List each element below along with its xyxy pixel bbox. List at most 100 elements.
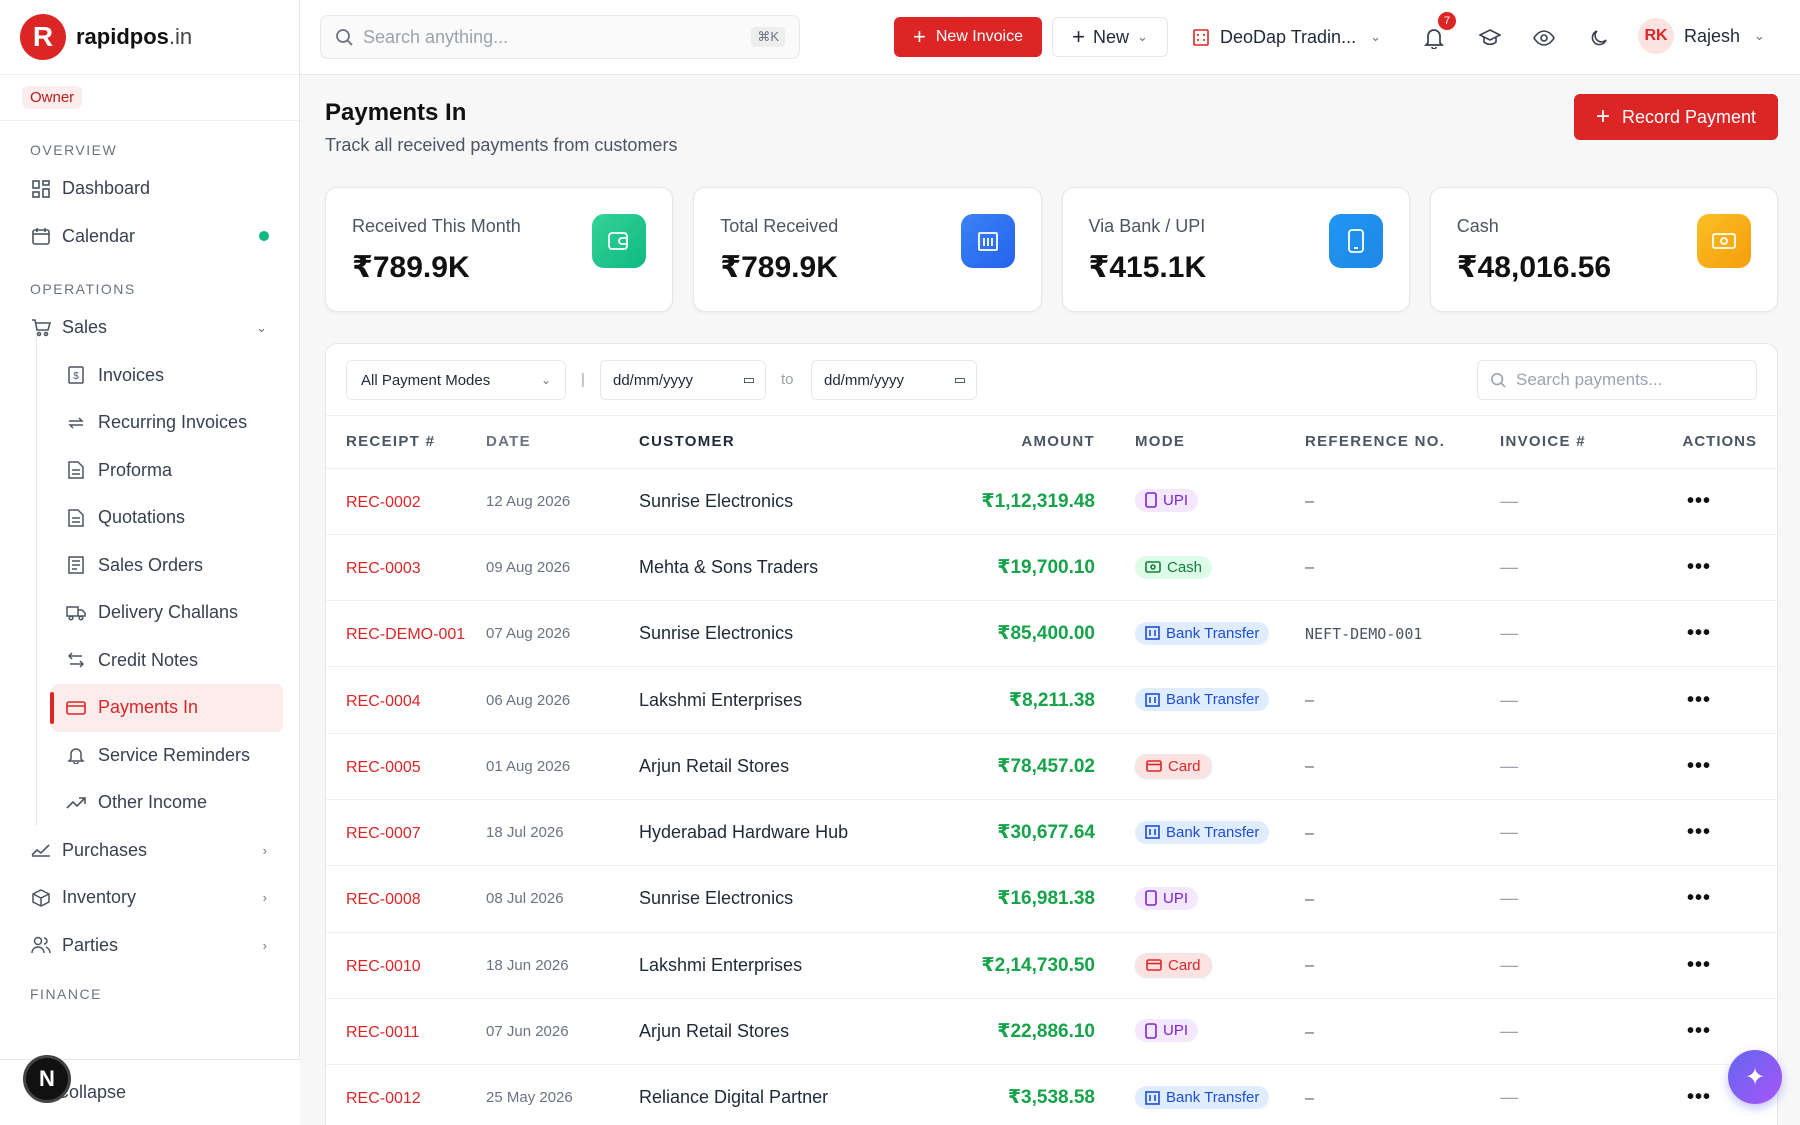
credit-card-icon [1146, 760, 1162, 773]
eye-icon [1533, 30, 1555, 46]
table-row[interactable]: REC-0012 25 May 2026 Reliance Digital Pa… [326, 1064, 1777, 1125]
notifications-button[interactable]: 7 [1416, 12, 1456, 56]
payments-search-input[interactable]: Search payments... [1477, 360, 1757, 400]
receipt-link[interactable]: REC-0012 [346, 1090, 421, 1107]
new-dropdown-button[interactable]: + New ⌄ [1052, 17, 1168, 57]
table-row[interactable]: REC-0002 12 Aug 2026 Sunrise Electronics… [326, 468, 1777, 535]
sidebar-item-quotations[interactable]: Quotations [0, 494, 299, 542]
sidebar-item-calendar[interactable]: Calendar [0, 213, 299, 261]
column-header-invoice[interactable]: INVOICE # [1500, 416, 1641, 469]
receipt-link[interactable]: REC-0011 [346, 1024, 420, 1041]
reference-number: – [1305, 932, 1500, 999]
sidebar-item-delivery-challans[interactable]: Delivery Challans [0, 589, 299, 637]
row-actions-button[interactable]: ••• [1641, 666, 1777, 734]
table-row[interactable]: REC-0007 18 Jul 2026 Hyderabad Hardware … [326, 799, 1777, 867]
filter-bar: All Payment Modes ⌄ | dd/mm/yyyy ▭ to dd/m… [326, 344, 1777, 416]
payments-table: RECEIPT # DATE CUSTOMER AMOUNT MODE REFE… [326, 416, 1777, 1125]
sidebar-item-other-income[interactable]: Other Income [0, 779, 299, 827]
table-row[interactable]: REC-0011 07 Jun 2026 Arjun Retail Stores… [326, 998, 1777, 1066]
cash-icon [1697, 214, 1751, 268]
new-invoice-button[interactable]: + New Invoice [894, 17, 1042, 57]
sidebar-item-recurring-invoices[interactable]: Recurring Invoices [0, 399, 299, 447]
receipt-link[interactable]: REC-DEMO-001 [346, 626, 465, 643]
row-actions-button[interactable]: ••• [1641, 932, 1777, 999]
row-actions-button[interactable]: ••• [1641, 865, 1777, 933]
user-menu[interactable]: RK Rajesh ⌄ [1638, 18, 1765, 54]
more-horizontal-icon: ••• [1686, 555, 1711, 578]
receipt-link[interactable]: REC-0003 [346, 560, 421, 577]
global-search-input[interactable]: Search anything... ⌘K [320, 15, 800, 59]
record-payment-button[interactable]: + Record Payment [1574, 94, 1778, 140]
more-horizontal-icon: ••• [1686, 1086, 1711, 1109]
sidebar-item-sales-orders[interactable]: Sales Orders [0, 542, 299, 590]
notification-count-badge: 7 [1438, 12, 1456, 30]
row-actions-button[interactable]: ••• [1641, 799, 1777, 867]
receipt-link[interactable]: REC-0010 [346, 958, 421, 975]
phone-icon [1328, 214, 1383, 268]
table-row[interactable]: REC-0010 18 Jun 2026 Lakshmi Enterprises… [326, 932, 1777, 999]
column-header-mode[interactable]: MODE [1095, 416, 1305, 469]
more-horizontal-icon: ••• [1686, 1020, 1711, 1043]
column-header-date[interactable]: DATE [486, 416, 639, 469]
chevron-down-icon: ⌄ [1754, 28, 1765, 43]
sidebar-item-dashboard[interactable]: Dashboard [0, 165, 299, 213]
table-row[interactable]: REC-0004 06 Aug 2026 Lakshmi Enterprises… [326, 666, 1777, 734]
sidebar-item-inventory[interactable]: Inventory › [0, 874, 299, 922]
sidebar-item-payments-in[interactable]: Payments In [50, 684, 283, 732]
sidebar-item-purchases[interactable]: Purchases › [0, 827, 299, 875]
receipt-link[interactable]: REC-0005 [346, 759, 421, 776]
preview-button[interactable] [1526, 20, 1562, 56]
row-actions-button[interactable]: ••• [1641, 468, 1777, 535]
customer-name: Sunrise Electronics [639, 865, 909, 933]
logo[interactable]: R rapidpos.in [0, 0, 299, 75]
sidebar-item-sales[interactable]: Sales ⌄ [0, 304, 299, 352]
chevron-down-icon: ⌄ [1370, 29, 1381, 44]
invoice-number: — [1500, 468, 1641, 535]
sidebar-item-credit-notes[interactable]: Credit Notes [0, 637, 299, 685]
column-header-reference[interactable]: REFERENCE NO. [1305, 416, 1500, 469]
table-row[interactable]: REC-0008 08 Jul 2026 Sunrise Electronics… [326, 865, 1777, 933]
row-actions-button[interactable]: ••• [1641, 600, 1777, 668]
truck-icon [66, 603, 86, 623]
receipt-link[interactable]: REC-0002 [346, 494, 421, 511]
sidebar-item-service-reminders[interactable]: Service Reminders [0, 732, 299, 780]
cash-icon [1145, 561, 1161, 574]
payment-amount: ₹16,981.38 [997, 888, 1095, 910]
table-row[interactable]: REC-0005 01 Aug 2026 Arjun Retail Stores… [326, 733, 1777, 800]
table-row[interactable]: REC-DEMO-001 07 Aug 2026 Sunrise Electro… [326, 600, 1777, 668]
ai-assistant-button[interactable]: ✦ [1728, 1050, 1782, 1104]
learning-button[interactable] [1472, 20, 1508, 56]
wallet-icon [592, 214, 647, 268]
receipt-link[interactable]: REC-0008 [346, 891, 421, 908]
stat-card-total-received: Total Received ₹789.9K [693, 187, 1042, 312]
customer-name: Mehta & Sons Traders [639, 534, 909, 602]
reference-number: – [1305, 666, 1500, 734]
invoice-number: — [1500, 600, 1641, 668]
date-from-input[interactable]: dd/mm/yyyy ▭ [600, 360, 766, 400]
sidebar-item-proforma[interactable]: Proforma [0, 447, 299, 495]
payment-amount: ₹22,886.10 [997, 1021, 1095, 1043]
stat-card-received-this-month: Received This Month ₹789.9K [325, 187, 674, 312]
stat-card-cash: Cash ₹48,016.56 [1429, 187, 1778, 312]
sidebar-item-invoices[interactable]: $ Invoices [0, 352, 299, 400]
payment-amount: ₹2,14,730.50 [981, 954, 1095, 976]
receipt-link[interactable]: REC-0004 [346, 693, 421, 710]
row-actions-button[interactable]: ••• [1641, 534, 1777, 602]
theme-toggle-button[interactable] [1581, 20, 1617, 56]
company-selector[interactable]: DeoDap Tradin... ⌄ [1192, 17, 1381, 57]
table-row[interactable]: REC-0003 09 Aug 2026 Mehta & Sons Trader… [326, 534, 1777, 602]
column-header-amount[interactable]: AMOUNT [909, 416, 1095, 469]
brand-tld: .in [168, 24, 193, 49]
phone-icon [1145, 890, 1157, 906]
logo-mark: R [20, 14, 66, 60]
sidebar-item-parties[interactable]: Parties › [0, 922, 299, 970]
column-header-customer[interactable]: CUSTOMER [639, 416, 909, 469]
receipt-link[interactable]: REC-0007 [346, 825, 421, 842]
payment-mode-badge: Cash [1135, 555, 1213, 579]
n-logo-button[interactable]: N [23, 1055, 71, 1103]
date-to-input[interactable]: dd/mm/yyyy ▭ [811, 360, 977, 400]
column-header-receipt[interactable]: RECEIPT # [326, 416, 486, 469]
row-actions-button[interactable]: ••• [1641, 733, 1777, 800]
sidebar: R rapidpos.in Owner OVERVIEW Dashboard C… [0, 0, 300, 1125]
payment-mode-select[interactable]: All Payment Modes ⌄ [346, 360, 566, 400]
